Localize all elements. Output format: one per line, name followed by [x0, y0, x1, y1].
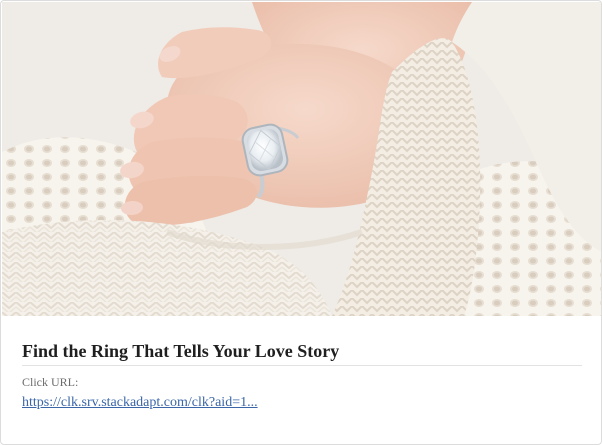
ad-headline[interactable]: Find the Ring That Tells Your Love Story: [22, 339, 582, 366]
ring-on-hand-illustration: [2, 2, 601, 316]
click-url-link[interactable]: https://clk.srv.stackadapt.com/clk?aid=1…: [22, 394, 258, 411]
ad-card: Find the Ring That Tells Your Love Story…: [0, 0, 602, 445]
ad-hero-image[interactable]: [2, 2, 601, 316]
click-url-label: Click URL:: [22, 375, 79, 389]
ad-text-block: Find the Ring That Tells Your Love Story…: [22, 339, 582, 411]
